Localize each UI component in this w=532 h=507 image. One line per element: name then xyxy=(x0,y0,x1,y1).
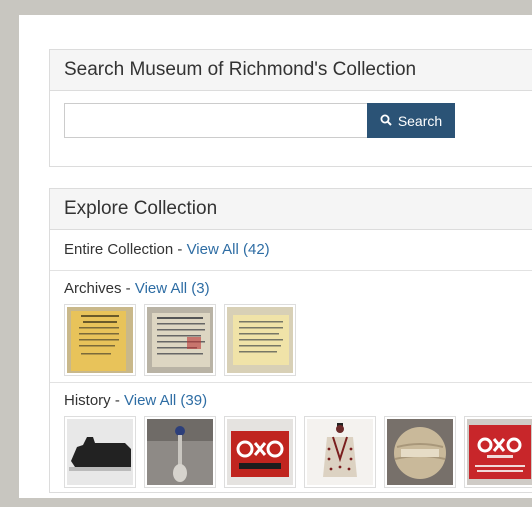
explore-panel-title: Explore Collection xyxy=(50,189,532,230)
entire-collection-section: Entire Collection - View All (42) xyxy=(50,230,532,271)
archives-label: Archives - xyxy=(64,280,135,297)
explore-panel: Explore Collection Entire Collection - V… xyxy=(49,188,532,493)
history-thumbnail-3[interactable] xyxy=(224,416,296,488)
search-button-label: Search xyxy=(397,112,443,129)
archive-thumbnail-2[interactable] xyxy=(144,304,216,376)
entire-collection-view-all-link[interactable]: View All (42) xyxy=(187,241,270,258)
search-icon xyxy=(380,113,392,129)
archive-thumbnail-3[interactable] xyxy=(224,304,296,376)
search-input[interactable] xyxy=(64,103,367,138)
entire-collection-label: Entire Collection - xyxy=(64,241,187,258)
history-thumbnail-4[interactable] xyxy=(304,416,376,488)
search-panel: Search Museum of Richmond's Collection S… xyxy=(49,49,532,167)
search-row: Search xyxy=(64,103,455,138)
archive-thumbnail-1[interactable] xyxy=(64,304,136,376)
history-section: History - View All (39) xyxy=(50,383,532,493)
history-label: History - xyxy=(64,392,124,409)
archives-section: Archives - View All (3) xyxy=(50,271,532,383)
archives-thumbnails xyxy=(64,304,519,376)
history-view-all-link[interactable]: View All (39) xyxy=(124,392,207,409)
history-thumbnail-6[interactable] xyxy=(464,416,532,488)
history-thumbnail-2[interactable] xyxy=(144,416,216,488)
page: Search Museum of Richmond's Collection S… xyxy=(19,15,532,498)
history-thumbnail-5[interactable] xyxy=(384,416,456,488)
search-panel-title: Search Museum of Richmond's Collection xyxy=(50,50,532,91)
archives-view-all-link[interactable]: View All (3) xyxy=(135,280,210,297)
search-button[interactable]: Search xyxy=(367,103,455,138)
history-thumbnail-1[interactable] xyxy=(64,416,136,488)
history-thumbnails xyxy=(64,416,532,488)
